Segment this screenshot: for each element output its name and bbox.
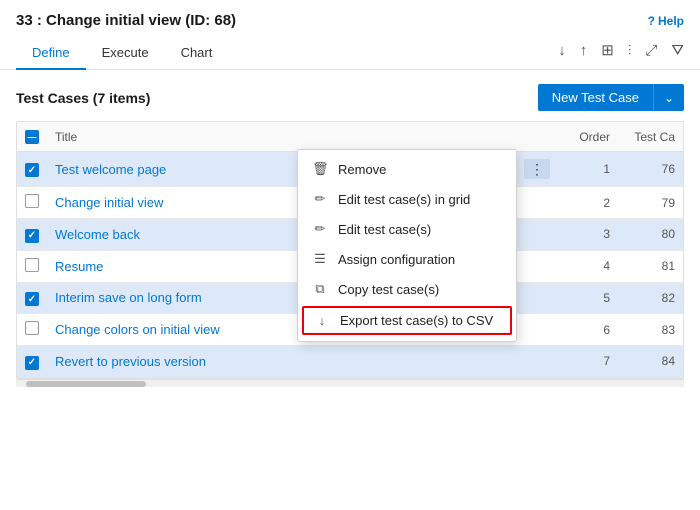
row-4-testca-cell: 81 — [618, 250, 683, 282]
configure-icon[interactable]: ⫶ — [628, 42, 632, 59]
row-4-title-link[interactable]: Resume — [55, 259, 103, 274]
row-2-order-cell: 2 — [558, 187, 618, 219]
row-3-check-cell — [17, 219, 47, 251]
new-test-case-button[interactable]: New Test Case — [538, 84, 653, 111]
row-6-checkbox[interactable] — [25, 321, 39, 335]
row-3-testca-cell: 80 — [618, 219, 683, 251]
help-label: Help — [658, 14, 684, 28]
row-1-title-link[interactable]: Test welcome page — [55, 162, 166, 177]
row-5-order-cell: 5 — [558, 282, 618, 314]
toolbar-icons: ↓ ↑ ⊞ ⫶ ⤢ ⛛ — [558, 41, 684, 65]
remove-icon: 🗑 — [312, 161, 328, 177]
menu-item-remove[interactable]: 🗑 Remove — [298, 154, 516, 184]
row-7-title-cell: Revert to previous version — [47, 346, 558, 378]
header-check-col — [17, 122, 47, 152]
edit-grid-icon: ✏ — [312, 191, 328, 207]
row-1-check-cell — [17, 152, 47, 187]
content-area: Test Cases (7 items) New Test Case ⌄ Tit… — [0, 70, 700, 387]
section-title: Test Cases (7 items) — [16, 90, 150, 106]
menu-item-edit-grid[interactable]: ✏ Edit test case(s) in grid — [298, 184, 516, 214]
export-icon: ↓ — [314, 313, 330, 328]
row-5-testca-cell: 82 — [618, 282, 683, 314]
help-link[interactable]: ? Help — [648, 14, 684, 28]
download-icon[interactable]: ↓ — [558, 42, 566, 59]
assign-icon: ☰ — [312, 251, 328, 267]
new-test-case-dropdown-button[interactable]: ⌄ — [653, 84, 684, 111]
row-1-testca-cell: 76 — [618, 152, 683, 187]
row-2-check-cell — [17, 187, 47, 219]
header: 33 : Change initial view (ID: 68) ? Help… — [0, 0, 700, 70]
row-5-check-cell — [17, 282, 47, 314]
row-1-context-menu-button[interactable]: ⋮ — [524, 159, 550, 179]
horizontal-scrollbar[interactable] — [16, 379, 684, 387]
filter-icon[interactable]: ⛛ — [671, 42, 684, 59]
tab-define[interactable]: Define — [16, 37, 86, 70]
copy-icon: ⧉ — [312, 281, 328, 297]
scrollbar-thumb[interactable] — [26, 381, 146, 387]
menu-item-export[interactable]: ↓ Export test case(s) to CSV — [302, 306, 512, 335]
row-2-title-link[interactable]: Change initial view — [55, 195, 163, 210]
row-7-testca-cell: 84 — [618, 346, 683, 378]
select-all-checkbox[interactable] — [25, 130, 39, 144]
edit-icon: ✏ — [312, 221, 328, 237]
row-1-checkbox[interactable] — [25, 163, 39, 177]
header-order-col: Order — [558, 122, 618, 152]
row-5-checkbox[interactable] — [25, 292, 39, 306]
row-3-checkbox[interactable] — [25, 229, 39, 243]
section-header: Test Cases (7 items) New Test Case ⌄ — [16, 84, 684, 111]
tabs: Define Execute Chart — [16, 37, 228, 69]
test-cases-table-wrapper: Title Order Test Ca Te — [16, 121, 684, 379]
header-testca-col: Test Ca — [618, 122, 683, 152]
row-2-testca-cell: 79 — [618, 187, 683, 219]
tab-execute[interactable]: Execute — [86, 37, 165, 70]
row-4-check-cell — [17, 250, 47, 282]
help-icon: ? — [648, 14, 655, 28]
menu-item-edit[interactable]: ✏ Edit test case(s) — [298, 214, 516, 244]
row-6-order-cell: 6 — [558, 314, 618, 346]
row-4-order-cell: 4 — [558, 250, 618, 282]
row-5-title-link[interactable]: Interim save on long form — [55, 290, 202, 305]
row-7-check-cell — [17, 346, 47, 378]
menu-item-assign[interactable]: ☰ Assign configuration — [298, 244, 516, 274]
row-7-title-link[interactable]: Revert to previous version — [55, 354, 206, 369]
row-2-checkbox[interactable] — [25, 194, 39, 208]
new-test-case-btn-group: New Test Case ⌄ — [538, 84, 684, 111]
row-6-testca-cell: 83 — [618, 314, 683, 346]
context-menu: 🗑 Remove ✏ Edit test case(s) in grid ✏ E… — [297, 149, 517, 342]
row-4-checkbox[interactable] — [25, 258, 39, 272]
menu-item-copy[interactable]: ⧉ Copy test case(s) — [298, 274, 516, 304]
row-1-order-cell: 1 — [558, 152, 618, 187]
header-title-row: 33 : Change initial view (ID: 68) ? Help — [16, 12, 684, 29]
tab-chart[interactable]: Chart — [165, 37, 229, 70]
grid-icon[interactable]: ⊞ — [601, 41, 614, 59]
page-title: 33 : Change initial view (ID: 68) — [16, 12, 236, 29]
upload-icon[interactable]: ↑ — [580, 42, 588, 59]
table-header: Title Order Test Ca — [17, 122, 683, 152]
tabs-row: Define Execute Chart ↓ ↑ ⊞ ⫶ ⤢ ⛛ — [16, 37, 684, 69]
row-7-order-cell: 7 — [558, 346, 618, 378]
row-7-checkbox[interactable] — [25, 356, 39, 370]
row-3-title-link[interactable]: Welcome back — [55, 227, 140, 242]
row-3-order-cell: 3 — [558, 219, 618, 251]
table-row: Revert to previous version 7 84 — [17, 346, 683, 378]
row-6-check-cell — [17, 314, 47, 346]
expand-icon[interactable]: ⤢ — [645, 42, 657, 59]
header-title-col: Title — [47, 122, 558, 152]
row-6-title-link[interactable]: Change colors on initial view — [55, 322, 220, 337]
